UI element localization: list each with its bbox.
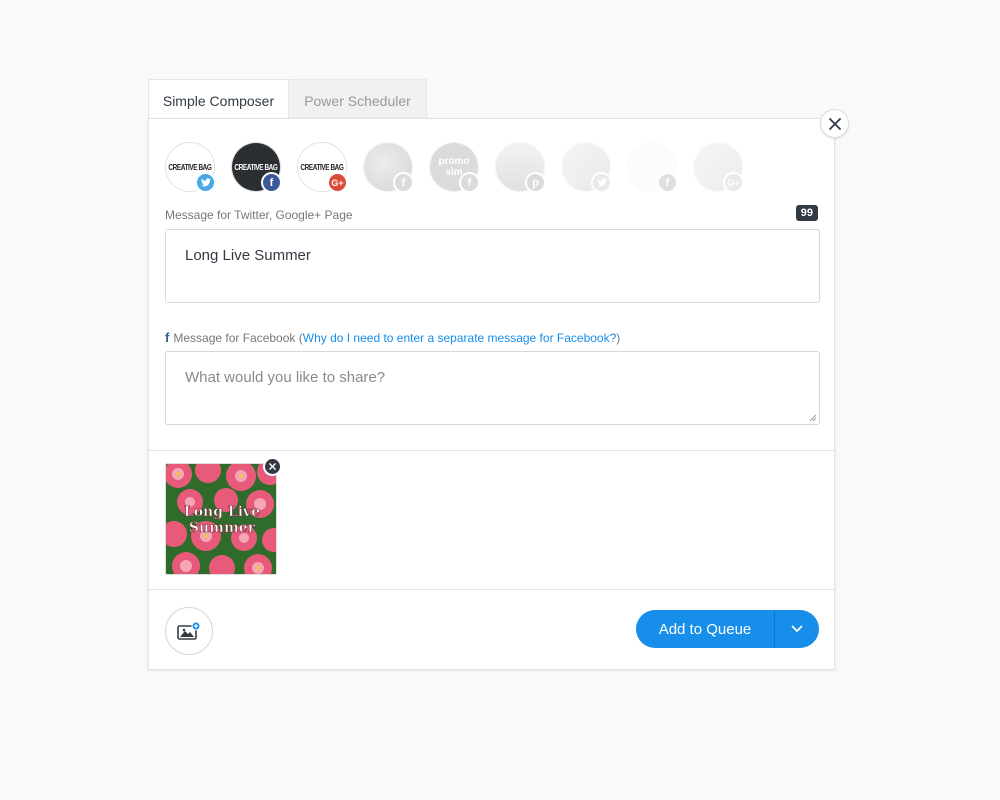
profile-avatar[interactable]: promo sim f <box>429 142 480 193</box>
section-divider <box>149 450 834 451</box>
profile-avatar[interactable]: G+ <box>693 142 744 193</box>
profile-avatar[interactable]: p <box>495 142 546 193</box>
profile-avatar[interactable] <box>561 142 612 193</box>
google-plus-icon: G+ <box>327 172 348 193</box>
queue-options-dropdown[interactable] <box>775 610 819 648</box>
chevron-down-icon <box>791 625 803 632</box>
avatar-text: CREATIVE BAG <box>168 162 212 172</box>
profile-avatar[interactable]: f <box>363 142 414 193</box>
facebook-icon: f <box>657 172 678 193</box>
profile-avatar[interactable]: CREATIVE BAG f <box>231 142 282 193</box>
facebook-message-input[interactable] <box>185 369 800 407</box>
facebook-help-link[interactable]: Why do I need to enter a separate messag… <box>303 331 617 345</box>
composer-panel: CREATIVE BAG CREATIVE BAG f CREATIVE BAG… <box>148 118 835 670</box>
profile-avatar[interactable]: CREATIVE BAG G+ <box>297 142 348 193</box>
add-media-button[interactable] <box>165 607 213 655</box>
remove-media-button[interactable] <box>263 457 282 476</box>
add-image-icon <box>177 622 201 640</box>
composer-tabs: Simple Composer Power Scheduler <box>148 79 427 119</box>
media-thumbnail[interactable]: Long Live Summer <box>165 463 277 575</box>
avatar-text: CREATIVE BAG <box>234 162 278 172</box>
facebook-icon: f <box>165 330 170 345</box>
close-button[interactable] <box>820 109 849 138</box>
facebook-icon: f <box>459 172 480 193</box>
profile-avatar[interactable]: f <box>627 142 678 193</box>
flower-image: Long Live Summer <box>166 464 276 574</box>
facebook-icon: f <box>393 172 414 193</box>
resize-grip-icon[interactable] <box>809 414 817 422</box>
pinterest-icon: p <box>525 172 546 193</box>
facebook-message-label: Message for Facebook <box>173 331 296 345</box>
twitter-icon <box>195 172 216 193</box>
facebook-message-field <box>165 351 820 425</box>
twitter-message-input[interactable]: Long Live Summer <box>165 229 820 303</box>
avatar-text: CREATIVE BAG <box>300 162 344 172</box>
facebook-icon: f <box>261 172 282 193</box>
tab-power-scheduler[interactable]: Power Scheduler <box>289 79 427 119</box>
profile-avatar[interactable]: CREATIVE BAG <box>165 142 216 193</box>
twitter-message-label: Message for Twitter, Google+ Page <box>165 208 353 222</box>
facebook-message-label-row: f Message for Facebook (Why do I need to … <box>165 330 621 345</box>
twitter-message-text: Long Live Summer <box>185 247 311 264</box>
google-plus-icon: G+ <box>723 172 744 193</box>
tab-simple-composer[interactable]: Simple Composer <box>148 79 289 119</box>
close-icon <box>269 463 276 470</box>
section-divider <box>149 589 834 590</box>
add-to-queue-button[interactable]: Add to Queue <box>636 610 775 648</box>
close-icon <box>828 117 841 130</box>
image-caption-line2: Summer <box>189 520 256 536</box>
image-caption-line1: Long Live <box>184 504 260 520</box>
character-counter: 99 <box>795 205 818 221</box>
profile-selector: CREATIVE BAG CREATIVE BAG f CREATIVE BAG… <box>165 142 744 193</box>
add-to-queue-group: Add to Queue <box>636 610 819 648</box>
twitter-icon <box>591 172 612 193</box>
